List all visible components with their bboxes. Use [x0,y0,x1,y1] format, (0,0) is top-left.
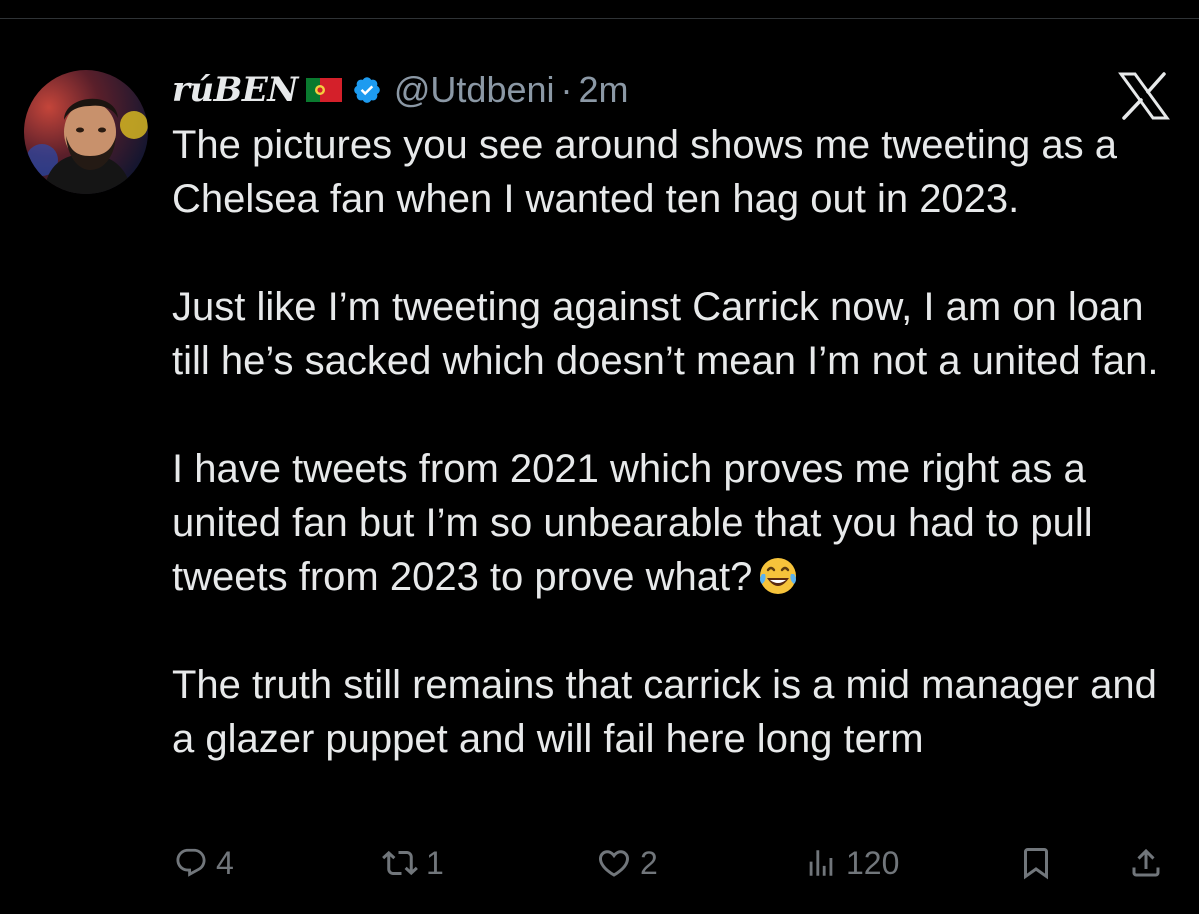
tweet-paragraph: The truth still remains that carrick is … [172,663,1157,761]
reply-icon [174,846,208,880]
bookmark-icon [1018,845,1054,881]
tweet-header: rúBEN @Utdbeni · 2m [172,66,629,114]
avatar[interactable] [24,70,148,194]
avatar-image [24,70,148,194]
views-count: 120 [846,844,900,881]
tweet-text: The pictures you see around shows me twe… [172,118,1172,766]
tweet-paragraph: I have tweets from 2021 which proves me … [172,442,1172,604]
verified-badge-icon[interactable] [352,75,382,105]
tweet-paragraph-text: I have tweets from 2021 which proves me … [172,447,1093,599]
share-icon [1128,845,1164,881]
like-count: 2 [640,844,658,881]
repost-count: 1 [426,844,444,881]
tweet-timestamp[interactable]: 2m [579,69,629,111]
x-logo-icon [1118,72,1170,120]
header-separator: · [560,69,573,110]
views-icon [804,846,838,880]
share-button[interactable] [1128,838,1164,888]
face-with-tears-of-joy-emoji-icon [756,554,800,598]
tweet-actions-bar: 4 1 2 120 [0,838,1199,888]
like-button[interactable]: 2 [596,838,658,888]
author-handle[interactable]: @Utdbeni [394,69,555,111]
portugal-flag-icon [305,78,342,102]
tweet-paragraph: The pictures you see around shows me twe… [172,123,1117,221]
author-display-name[interactable]: rúBEN [172,70,298,110]
top-divider [0,18,1199,19]
bookmark-button[interactable] [1018,838,1054,888]
views-button[interactable]: 120 [804,838,899,888]
repost-icon [382,845,418,881]
tweet-paragraph: Just like I’m tweeting against Carrick n… [172,285,1159,383]
like-icon [596,845,632,881]
repost-button[interactable]: 1 [382,838,444,888]
reply-count: 4 [216,844,234,881]
reply-button[interactable]: 4 [174,838,234,888]
